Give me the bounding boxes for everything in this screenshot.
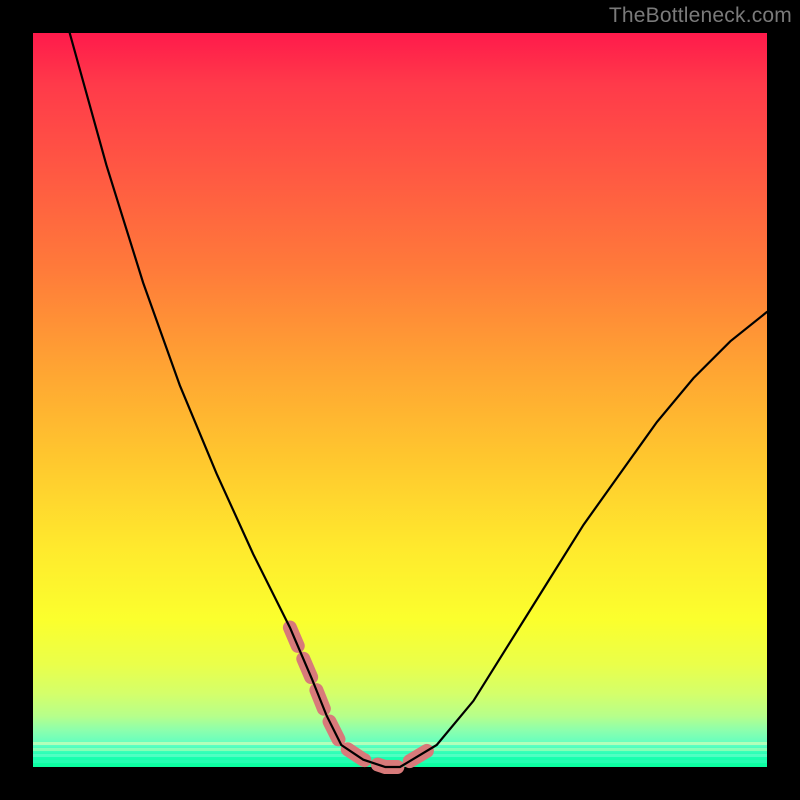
chart-frame: TheBottleneck.com	[0, 0, 800, 800]
highlight-segment	[290, 628, 437, 768]
bottleneck-curve	[70, 33, 767, 767]
watermark-text: TheBottleneck.com	[609, 4, 792, 28]
plot-area	[33, 33, 767, 767]
curve-svg	[33, 33, 767, 767]
